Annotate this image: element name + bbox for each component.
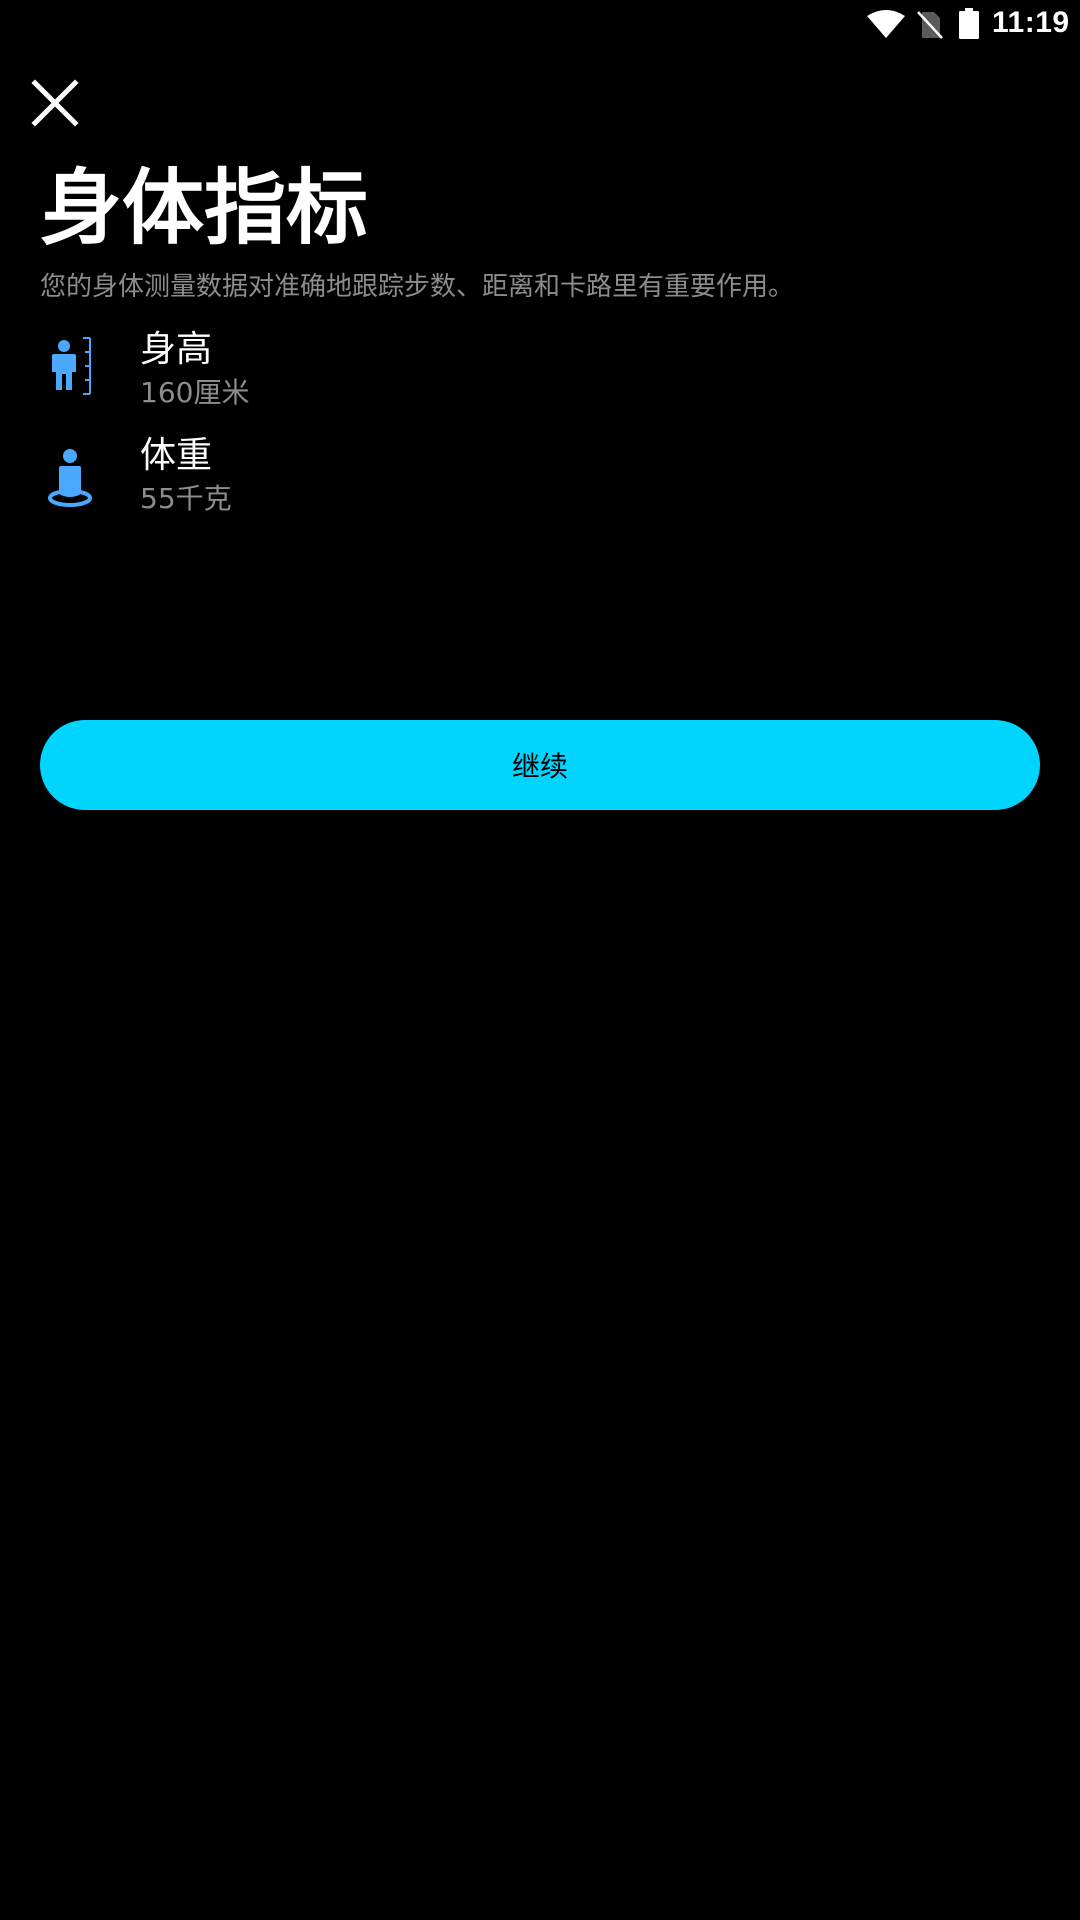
height-person-icon — [52, 337, 91, 395]
continue-button-label: 继续 — [511, 750, 568, 783]
no-sim-icon — [917, 11, 943, 39]
metric-label-weight: 体重 — [140, 435, 213, 476]
metric-label-height: 身高 — [140, 329, 213, 370]
battery-icon — [959, 8, 979, 39]
weight-person-icon — [48, 449, 92, 507]
close-button[interactable] — [22, 70, 88, 136]
status-time: 11:19 — [992, 6, 1070, 39]
metric-value-height: 160厘米 — [140, 376, 250, 409]
page-subtitle: 您的身体测量数据对准确地跟踪步数、距离和卡路里有重要作用。 — [40, 272, 795, 302]
page-title: 身体指标 — [40, 161, 369, 256]
close-icon — [31, 79, 79, 127]
wifi-icon — [867, 10, 905, 38]
metric-value-weight: 55千克 — [140, 482, 232, 515]
metric-row-weight[interactable]: 体重 55千克 — [0, 436, 1080, 536]
metric-row-height[interactable]: 身高 160厘米 — [0, 330, 1080, 430]
continue-button[interactable]: 继续 — [40, 720, 1040, 810]
status-bar: 11:19 — [0, 0, 1080, 50]
